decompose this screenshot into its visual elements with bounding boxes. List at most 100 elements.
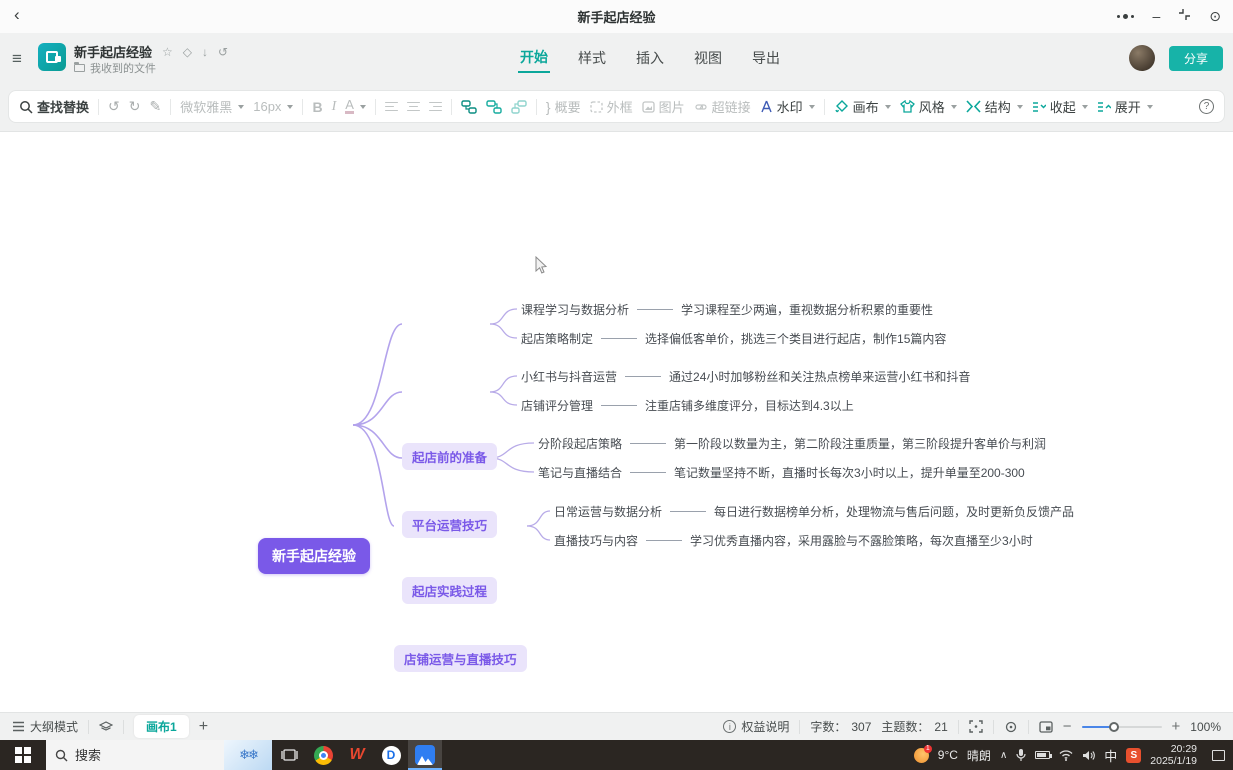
insert-child-topic-button[interactable] — [461, 100, 477, 114]
task-view-button[interactable] — [272, 740, 306, 770]
sogou-icon[interactable]: S — [1126, 748, 1141, 763]
dingtalk-icon[interactable]: D — [374, 740, 408, 770]
minimize-icon[interactable]: – — [1152, 6, 1160, 26]
topic-node[interactable]: 日常运营与数据分析 — [554, 503, 662, 520]
history-icon[interactable]: ↺ — [218, 45, 228, 59]
bold-button[interactable]: B — [312, 99, 322, 115]
rights-info-button[interactable]: i 权益说明 — [723, 718, 789, 735]
user-avatar[interactable] — [1129, 45, 1155, 71]
locate-center-button[interactable] — [1004, 720, 1018, 734]
tab-start[interactable]: 开始 — [518, 43, 550, 73]
add-canvas-button[interactable]: + — [199, 718, 208, 736]
favorite-star-icon[interactable]: ☆ — [162, 45, 173, 59]
mindmap-root-node[interactable]: 新手起店经验 — [258, 538, 370, 574]
minimap-button[interactable] — [1039, 721, 1053, 733]
detail-node[interactable]: 学习课程至少两遍，重视数据分析积累的重要性 — [681, 301, 933, 318]
temperature[interactable]: 9°C — [938, 748, 958, 762]
align-center-button[interactable] — [407, 99, 420, 114]
style-button[interactable]: 风格 — [900, 97, 957, 116]
weather-label[interactable]: 晴朗 — [967, 747, 991, 764]
font-color-button[interactable]: A — [345, 99, 366, 114]
detail-node[interactable]: 注重店铺多维度评分，目标达到4.3以上 — [645, 397, 854, 414]
clock[interactable]: 20:29 2025/1/19 — [1150, 743, 1197, 767]
mindmap-branch-node[interactable]: 起店前的准备 — [402, 443, 497, 470]
detail-node[interactable]: 第一阶段以数量为主，第二阶段注重质量，第三阶段提升客单价与利润 — [674, 435, 1046, 452]
taskbar-search[interactable] — [46, 740, 224, 770]
document-title[interactable]: 新手起店经验 — [74, 42, 152, 61]
watermark-button[interactable]: 水印 — [760, 97, 815, 116]
font-family-select[interactable]: 微软雅黑 — [180, 97, 244, 116]
hyperlink-button[interactable]: 超链接 — [694, 97, 751, 116]
document-location[interactable]: 我收到的文件 — [90, 60, 156, 76]
font-size-select[interactable]: 16px — [253, 99, 293, 114]
frame-button[interactable]: 外框 — [590, 97, 633, 116]
tab-view[interactable]: 视图 — [692, 44, 724, 72]
zoom-slider[interactable] — [1082, 726, 1162, 728]
align-right-button[interactable] — [429, 99, 442, 114]
target-icon[interactable]: ⊙ — [1209, 6, 1221, 26]
outline-mode-button[interactable]: 大纲模式 — [12, 718, 78, 735]
topic-node[interactable]: 笔记与直播结合 — [538, 464, 622, 481]
canvas-button[interactable]: 画布 — [834, 97, 891, 116]
canvas-tab[interactable]: 画布1 — [134, 715, 189, 738]
mindmap-branch-node[interactable]: 起店实践过程 — [402, 577, 497, 604]
collapse-button[interactable]: 收起 — [1032, 97, 1088, 116]
search-input[interactable] — [75, 748, 195, 763]
start-button[interactable] — [0, 740, 46, 770]
tab-insert[interactable]: 插入 — [634, 44, 666, 72]
zoom-in-button[interactable]: + — [1172, 722, 1181, 732]
tag-icon[interactable]: ◇ — [183, 45, 192, 59]
detail-node[interactable]: 通过24小时加够粉丝和关注热点榜单来运营小红书和抖音 — [669, 368, 970, 385]
tray-expand-icon[interactable]: ∧ — [1000, 750, 1007, 761]
detail-node[interactable]: 笔记数量坚持不断，直播时长每次3小时以上，提升单量至200-300 — [674, 464, 1025, 481]
tab-style[interactable]: 样式 — [576, 44, 608, 72]
wifi-icon[interactable] — [1059, 750, 1073, 761]
topic-node[interactable]: 店铺评分管理 — [521, 397, 593, 414]
fit-screen-button[interactable] — [969, 720, 983, 733]
undo-button[interactable]: ↺ — [108, 98, 120, 115]
weather-widget[interactable]: ❄❄ — [224, 740, 272, 770]
detail-node[interactable]: 每日进行数据榜单分析，处理物流与售后问题，及时更新负反馈产品 — [714, 503, 1074, 520]
more-options-icon[interactable] — [1117, 14, 1134, 19]
topic-node[interactable]: 课程学习与数据分析 — [521, 301, 629, 318]
expand-button[interactable]: 展开 — [1097, 97, 1153, 116]
download-icon[interactable]: ↓ — [202, 45, 208, 59]
resize-icon[interactable] — [1178, 6, 1191, 26]
italic-button[interactable]: I — [332, 99, 337, 115]
ime-indicator[interactable]: 中 — [1104, 746, 1117, 765]
detail-node[interactable]: 学习优秀直播内容，采用露脸与不露脸策略，每次直播至少3小时 — [690, 532, 1033, 549]
image-button[interactable]: 图片 — [642, 97, 685, 116]
topic-node[interactable]: 起店策略制定 — [521, 330, 593, 347]
wps-icon[interactable]: W — [340, 740, 374, 770]
redo-button[interactable]: ↻ — [129, 98, 141, 115]
volume-icon[interactable] — [1082, 750, 1095, 761]
zoom-slider-handle[interactable] — [1109, 722, 1119, 732]
align-left-button[interactable] — [385, 99, 398, 114]
structure-button[interactable]: 结构 — [966, 97, 1023, 116]
share-button[interactable]: 分享 — [1169, 46, 1223, 71]
find-replace-button[interactable]: 查找替换 — [19, 97, 89, 116]
menu-icon[interactable]: ≡ — [12, 49, 22, 69]
topic-node[interactable]: 直播技巧与内容 — [554, 532, 638, 549]
mindmap-branch-node[interactable]: 平台运营技巧 — [402, 511, 497, 538]
tab-export[interactable]: 导出 — [750, 44, 782, 72]
mindmap-canvas[interactable]: 新手起店经验 起店前的准备 平台运营技巧 起店实践过程 店铺运营与直播技巧 课程… — [0, 131, 1233, 712]
topic-node[interactable]: 小红书与抖音运营 — [521, 368, 617, 385]
weather-alert-icon[interactable]: 1 — [914, 748, 929, 763]
chrome-icon[interactable] — [306, 740, 340, 770]
back-button[interactable]: ‹ — [14, 5, 20, 25]
battery-icon[interactable] — [1035, 751, 1050, 759]
mindmap-branch-node[interactable]: 店铺运营与直播技巧 — [394, 645, 527, 672]
layers-button[interactable] — [99, 721, 113, 733]
zoom-out-button[interactable]: − — [1063, 722, 1072, 732]
notification-center-icon[interactable] — [1212, 750, 1225, 761]
help-icon[interactable]: ? — [1199, 99, 1214, 114]
detail-node[interactable]: 选择偏低客单价，挑选三个类目进行起店，制作15篇内容 — [645, 330, 946, 347]
summary-button[interactable]: }概要 — [546, 97, 581, 116]
microphone-icon[interactable] — [1016, 748, 1026, 762]
mindmap-app-icon[interactable] — [408, 740, 442, 770]
insert-sibling-topic-button[interactable] — [486, 100, 502, 114]
topic-node[interactable]: 分阶段起店策略 — [538, 435, 622, 452]
insert-parent-topic-button[interactable] — [511, 100, 527, 114]
format-painter-button[interactable]: ✎ — [149, 98, 161, 115]
